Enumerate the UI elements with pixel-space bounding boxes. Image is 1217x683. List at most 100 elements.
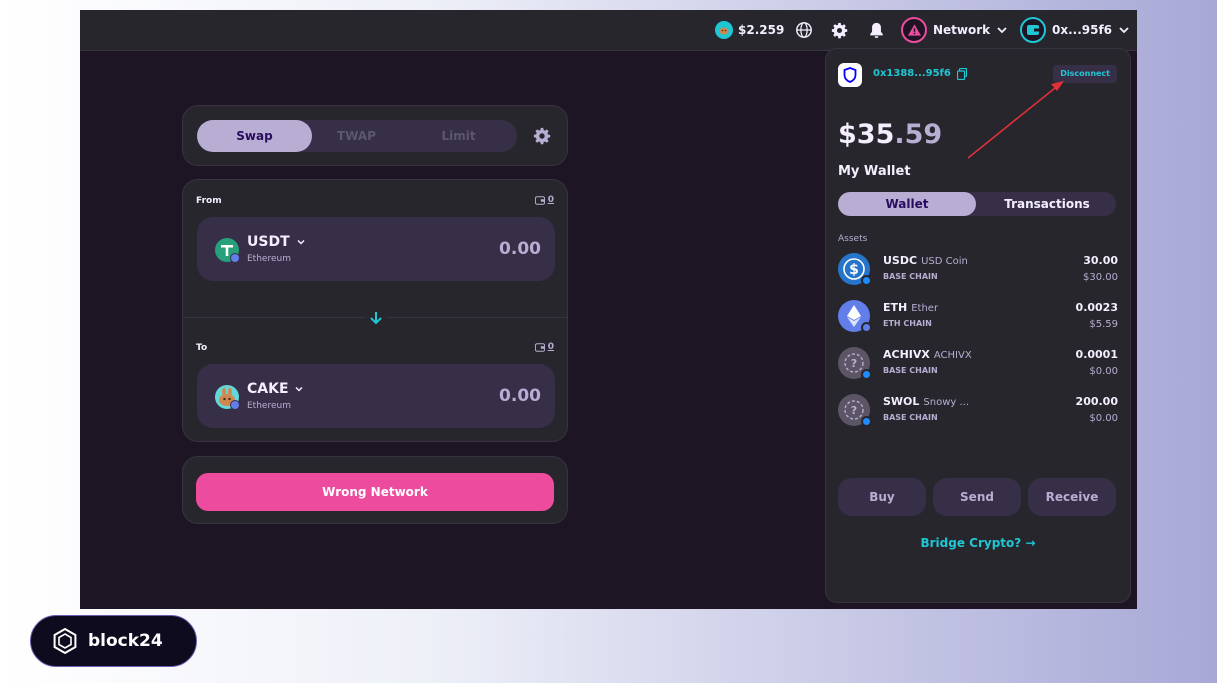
brand-logo: block24 (30, 615, 197, 667)
asset-symbol: USDC (883, 254, 918, 267)
asset-row-swol[interactable]: ? SWOL Snowy ... BASE CHAIN 200.00 $0.00 (838, 390, 1118, 430)
to-label: To (196, 343, 208, 353)
chevron-down-icon (295, 386, 303, 392)
wallet-icon (1020, 17, 1046, 43)
asset-value: $0.00 (1089, 366, 1118, 377)
wallet-balance: $35.59 (838, 119, 942, 150)
asset-chain: BASE CHAIN (883, 366, 938, 375)
warning-icon (901, 17, 927, 43)
asset-amount: 0.0001 (1075, 348, 1118, 361)
cake-price-label: $2.259 (738, 23, 785, 37)
to-balance-value: 0 (547, 342, 554, 352)
tab-twap[interactable]: TWAP (299, 120, 414, 152)
notifications-button[interactable] (869, 10, 884, 50)
buy-button[interactable]: Buy (838, 478, 926, 516)
from-label: From (196, 196, 222, 206)
from-token-chain: Ethereum (247, 254, 291, 264)
send-button[interactable]: Send (933, 478, 1021, 516)
tab-transactions[interactable]: Transactions (978, 192, 1116, 216)
asset-amount: 30.00 (1083, 254, 1118, 267)
ethereum-chain-badge-icon (230, 400, 240, 410)
cake-token-icon (715, 21, 733, 39)
asset-symbol: ACHIVX (883, 348, 930, 361)
from-token-selector[interactable]: USDT (247, 234, 305, 250)
chevron-down-icon (296, 239, 305, 245)
brand-logo-text: block24 (88, 631, 163, 651)
wallet-icon (534, 342, 545, 352)
base-chain-badge-icon (861, 416, 872, 427)
globe-icon (796, 22, 812, 38)
copy-icon[interactable] (957, 68, 967, 80)
svg-text:$: $ (849, 262, 859, 278)
swap-action-card: Wrong Network (182, 456, 568, 524)
network-switcher[interactable]: Network (901, 10, 1007, 50)
balance-decimal: .59 (894, 119, 943, 150)
gear-icon (831, 22, 848, 38)
asset-row-achivx[interactable]: ? ACHIVX ACHIVX BASE CHAIN 0.0001 $0.00 (838, 343, 1118, 383)
ethereum-chain-badge-icon (230, 253, 240, 263)
from-amount-input[interactable]: 0.00 (499, 239, 541, 259)
bridge-crypto-link[interactable]: Bridge Crypto? → (826, 536, 1130, 550)
svg-text:?: ? (851, 404, 857, 417)
wrong-network-button[interactable]: Wrong Network (196, 473, 554, 511)
language-button[interactable] (795, 10, 813, 50)
account-address: 0x...95f6 (1052, 23, 1113, 37)
tab-wallet[interactable]: Wallet (838, 192, 976, 216)
asset-name: Snowy ... (923, 397, 970, 408)
asset-symbol: SWOL (883, 395, 920, 408)
shield-icon (843, 67, 857, 83)
swap-form-card: From 0 USDT Ethereum 0.00 To 0 CAKE Ethe… (182, 179, 568, 442)
asset-chain: BASE CHAIN (883, 413, 938, 422)
from-token-input[interactable]: USDT Ethereum 0.00 (197, 217, 555, 281)
asset-value: $0.00 (1089, 413, 1118, 424)
top-nav-bar: $2.259 Network 0x...95f6 (80, 10, 1137, 51)
bell-icon (870, 22, 883, 38)
to-token-symbol: CAKE (247, 381, 289, 397)
asset-symbol: ETH (883, 301, 908, 314)
wallet-title: My Wallet (838, 164, 911, 179)
assets-label: Assets (838, 234, 868, 244)
to-token-input[interactable]: CAKE Ethereum 0.00 (197, 364, 555, 428)
from-token-symbol: USDT (247, 234, 290, 250)
to-amount-input[interactable]: 0.00 (499, 386, 541, 406)
cake-price-display[interactable]: $2.259 (715, 10, 784, 50)
cake-icon (215, 385, 240, 410)
wallet-tabs: Wallet Transactions (838, 192, 1116, 216)
asset-value: $5.59 (1089, 319, 1118, 330)
svg-text:?: ? (851, 357, 857, 370)
tab-swap[interactable]: Swap (197, 120, 312, 152)
receive-button[interactable]: Receive (1028, 478, 1116, 516)
wallet-icon (534, 195, 545, 205)
network-label: Network (933, 23, 991, 37)
from-balance: 0 (534, 195, 554, 205)
asset-name: ACHIVX (933, 350, 972, 361)
gear-icon (533, 127, 551, 145)
settings-button[interactable] (831, 10, 848, 50)
arrow-right-icon: → (1025, 536, 1036, 550)
wallet-address[interactable]: 0x1388...95f6 (873, 68, 951, 79)
swap-mode-tabs: Swap TWAP Limit (197, 120, 517, 152)
asset-amount: 200.00 (1075, 395, 1118, 408)
asset-row-usdc[interactable]: $ USDC USD Coin BASE CHAIN 30.00 $30.00 (838, 249, 1118, 289)
app-window: $2.259 Network 0x...95f6 Swap TWAP Limit… (80, 10, 1137, 609)
base-chain-badge-icon (861, 369, 872, 380)
arrow-down-icon (370, 312, 382, 325)
switch-tokens-button[interactable] (365, 307, 387, 329)
swap-settings-button[interactable] (533, 127, 551, 149)
usdt-icon (215, 238, 240, 263)
to-token-selector[interactable]: CAKE (247, 381, 303, 397)
tab-limit[interactable]: Limit (401, 120, 516, 152)
to-balance: 0 (534, 342, 554, 352)
asset-chain: ETH CHAIN (883, 319, 932, 328)
swap-mode-card: Swap TWAP Limit (182, 105, 568, 166)
asset-name: USD Coin (921, 256, 968, 267)
asset-name: Ether (911, 303, 939, 314)
base-chain-badge-icon (861, 275, 872, 286)
disconnect-button[interactable]: Disconnect (1053, 65, 1117, 83)
hexagon-logo-icon (53, 627, 77, 655)
account-button[interactable]: 0x...95f6 (1020, 10, 1129, 50)
chevron-down-icon (997, 27, 1007, 34)
asset-chain: BASE CHAIN (883, 272, 938, 281)
asset-row-eth[interactable]: ETH Ether ETH CHAIN 0.0023 $5.59 (838, 296, 1118, 336)
asset-value: $30.00 (1083, 272, 1118, 283)
